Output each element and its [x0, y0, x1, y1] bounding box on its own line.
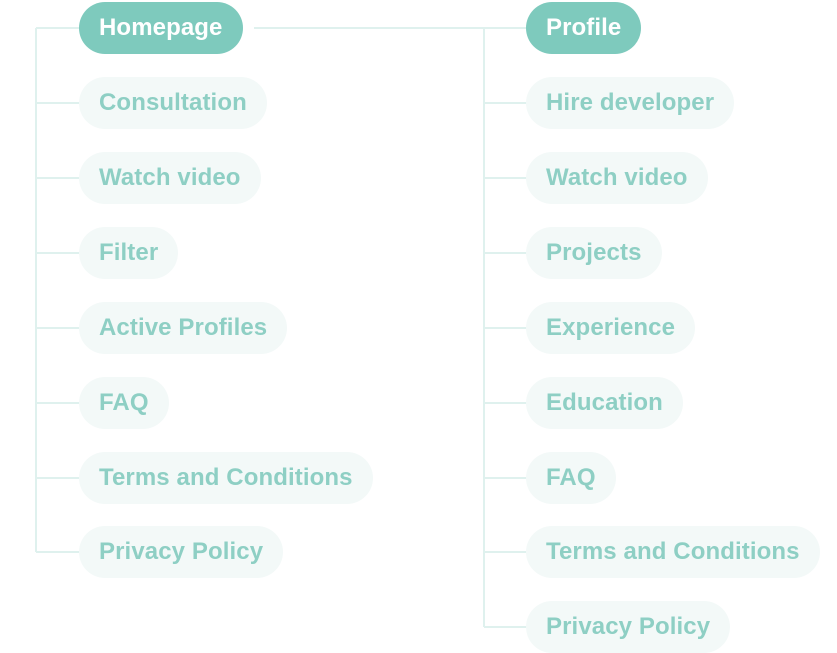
- node-privacy-policy[interactable]: Privacy Policy: [79, 526, 284, 578]
- node-faq[interactable]: FAQ: [79, 377, 169, 429]
- node-terms-and-conditions[interactable]: Terms and Conditions: [79, 452, 373, 504]
- node-watch-video[interactable]: Watch video: [79, 152, 261, 204]
- node-consultation[interactable]: Consultation: [79, 77, 267, 129]
- node-projects[interactable]: Projects: [526, 227, 662, 279]
- node-filter[interactable]: Filter: [79, 227, 179, 279]
- node-experience[interactable]: Experience: [526, 302, 696, 354]
- profile-root-node[interactable]: Profile: [526, 2, 642, 54]
- node-active-profiles[interactable]: Active Profiles: [79, 302, 288, 354]
- node-faq[interactable]: FAQ: [526, 452, 616, 504]
- homepage-root-node[interactable]: Homepage: [79, 2, 243, 54]
- node-watch-video[interactable]: Watch video: [526, 152, 708, 204]
- node-education[interactable]: Education: [526, 377, 683, 429]
- node-hire-developer[interactable]: Hire developer: [526, 77, 735, 129]
- node-privacy-policy[interactable]: Privacy Policy: [526, 601, 731, 653]
- node-terms-and-conditions[interactable]: Terms and Conditions: [526, 526, 820, 578]
